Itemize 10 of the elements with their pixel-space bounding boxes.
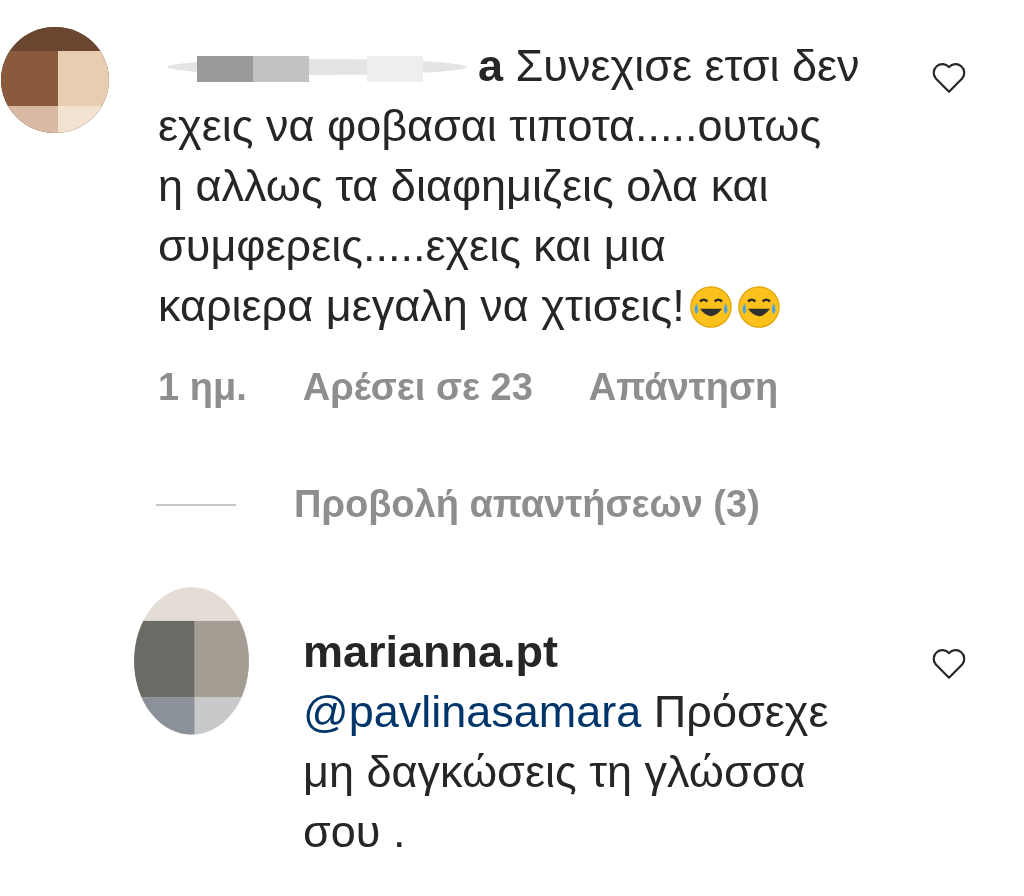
laughing-face-icon — [688, 285, 733, 329]
heart-icon[interactable] — [930, 646, 968, 680]
comment-text: marianna.pt @pavlinasamara Πρόσεχε μη δαγκώσεις τη γλώσσα σου . — [303, 625, 830, 859]
laughing-face-icon — [736, 285, 781, 329]
mention-link[interactable]: @pavlinasamara — [303, 686, 642, 737]
username[interactable]: a — [478, 40, 504, 91]
username[interactable]: marianna.pt — [303, 626, 559, 677]
comment-text: a Συνεχισε ετσι δεν εχεις να φοβασαι τιποτα.....ουτως η αλλως τα διαφημιζεις ολα και συμφερεις.....εχεις και μια καριερα μεγαλη να χτισεις! — [158, 39, 861, 333]
comment-time: 1 ημ. — [158, 366, 247, 409]
heart-icon[interactable] — [930, 60, 968, 94]
